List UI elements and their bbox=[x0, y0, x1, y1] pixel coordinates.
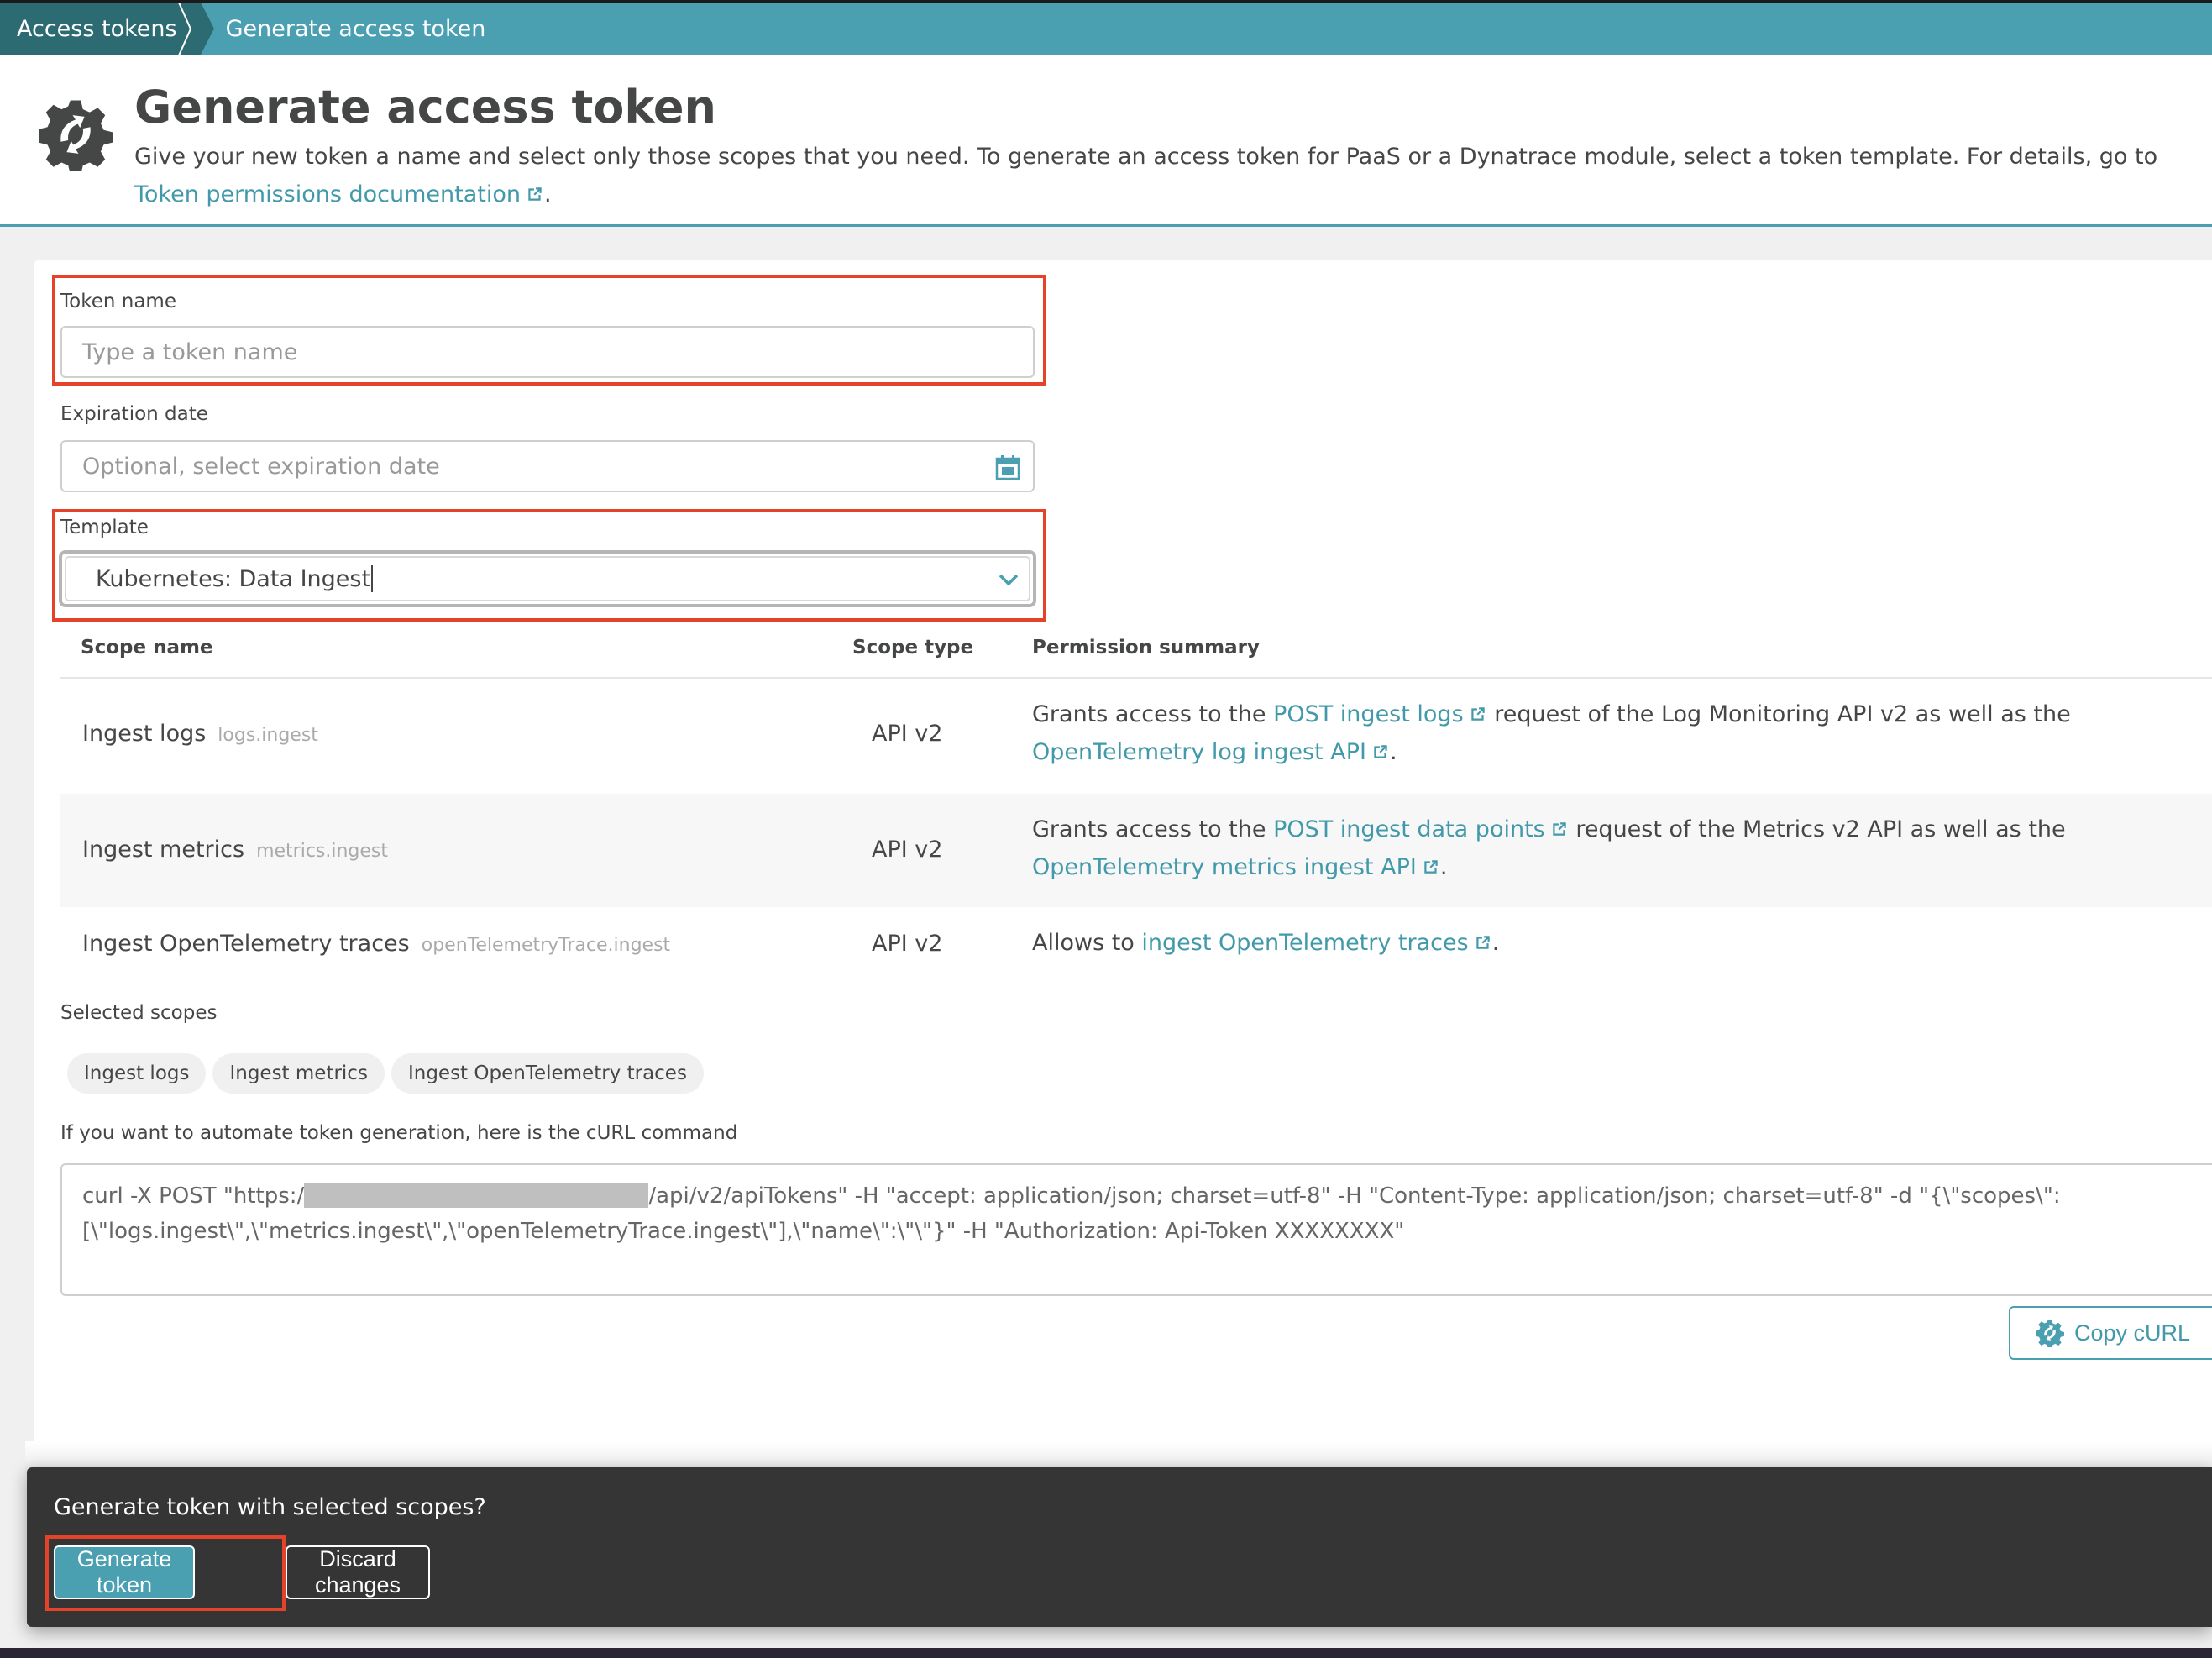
external-link-icon bbox=[528, 187, 542, 201]
table-row[interactable]: Ingest logs logs.ingest API v2 Grants acc… bbox=[60, 679, 2212, 794]
external-link-icon bbox=[1553, 822, 1566, 836]
scope-name: Ingest logs bbox=[82, 721, 207, 747]
copy-curl-button[interactable]: Copy cURL bbox=[2009, 1306, 2212, 1360]
calendar-icon[interactable] bbox=[994, 454, 1021, 480]
permission-summary-cell: Allows to ingest OpenTelemetry traces. bbox=[1032, 924, 2212, 962]
save-bar: Generate token with selected scopes? Gen… bbox=[27, 1467, 2212, 1627]
gear-sync-icon bbox=[2036, 1320, 2064, 1347]
permission-summary-cell: Grants access to the POST ingest logs re… bbox=[1032, 695, 2212, 771]
permission-text: Grants access to the bbox=[1032, 816, 1274, 842]
scope-type-cell: API v2 bbox=[872, 721, 943, 747]
scope-type-cell: API v2 bbox=[872, 837, 943, 863]
permission-text: Grants access to the bbox=[1032, 701, 1274, 727]
expiration-date-placeholder: Optional, select expiration date bbox=[82, 453, 440, 480]
doc-link-label: Token permissions documentation bbox=[134, 181, 521, 207]
curl-command-box[interactable]: curl -X POST "https://api/v2/apiTokens" … bbox=[60, 1163, 2212, 1296]
select-inner-border bbox=[65, 556, 1030, 601]
curl-label: If you want to automate token generation… bbox=[60, 1122, 738, 1144]
template-label: Template bbox=[60, 517, 149, 538]
expiration-date-input[interactable]: Optional, select expiration date bbox=[60, 440, 1035, 492]
scope-name: Ingest metrics bbox=[82, 837, 245, 863]
scope-type-cell: API v2 bbox=[872, 931, 943, 957]
permission-summary-cell: Grants access to the POST ingest data po… bbox=[1032, 811, 2212, 886]
page-description: Give your new token a name and select on… bbox=[134, 138, 2200, 213]
template-select[interactable]: Kubernetes: Data Ingest bbox=[59, 550, 1036, 607]
table-row[interactable]: Ingest metrics metrics.ingest API v2 Gran… bbox=[60, 794, 2212, 907]
scope-tag[interactable]: Ingest metrics bbox=[212, 1053, 385, 1094]
external-link-icon bbox=[1470, 707, 1485, 721]
permission-text: . bbox=[1389, 739, 1397, 765]
scope-name: Ingest OpenTelemetry traces bbox=[82, 931, 410, 957]
breadcrumb-label: Access tokens bbox=[17, 16, 177, 42]
external-link-icon bbox=[1476, 936, 1490, 949]
selected-scopes-label: Selected scopes bbox=[60, 1002, 218, 1024]
footer-strip bbox=[0, 1648, 2212, 1658]
column-header-scope-type[interactable]: Scope type bbox=[852, 637, 973, 658]
permission-doc-link[interactable]: OpenTelemetry log ingest API bbox=[1032, 739, 1390, 765]
scope-key: openTelemetryTrace.ingest bbox=[421, 935, 671, 956]
breadcrumb: Access tokens Generate access token bbox=[0, 3, 2212, 55]
scope-key: metrics.ingest bbox=[256, 841, 389, 862]
external-link-icon bbox=[1374, 745, 1387, 758]
column-header-permission-summary[interactable]: Permission summary bbox=[1032, 637, 1260, 658]
breadcrumb-current: Generate access token bbox=[225, 16, 486, 42]
permission-doc-link[interactable]: OpenTelemetry metrics ingest API bbox=[1032, 854, 1440, 880]
curl-prefix: curl -X POST "https:/ bbox=[82, 1183, 305, 1209]
permission-text: request of the Metrics v2 API as well as… bbox=[1568, 816, 2066, 842]
scope-tag[interactable]: Ingest logs bbox=[67, 1053, 207, 1094]
permission-doc-link[interactable]: POST ingest data points bbox=[1273, 816, 1569, 842]
description-text: Give your new token a name and select on… bbox=[134, 144, 2158, 170]
permission-text: . bbox=[1491, 930, 1500, 956]
breadcrumb-separator-icon bbox=[178, 3, 192, 55]
permission-doc-link[interactable]: POST ingest logs bbox=[1273, 701, 1487, 727]
column-header-scope-name[interactable]: Scope name bbox=[81, 637, 213, 658]
discard-changes-button[interactable]: Discard changes bbox=[286, 1545, 430, 1599]
chevron-down-icon[interactable] bbox=[996, 567, 1021, 592]
scope-name-cell: Ingest metrics metrics.ingest bbox=[82, 837, 388, 863]
permission-text: . bbox=[1439, 854, 1448, 880]
breadcrumb-access-tokens[interactable]: Access tokens bbox=[0, 3, 214, 55]
page-title: Generate access token bbox=[134, 81, 716, 134]
token-name-placeholder: Type a token name bbox=[82, 338, 298, 365]
save-bar-message: Generate token with selected scopes? bbox=[54, 1494, 486, 1520]
description-end: . bbox=[544, 181, 552, 207]
copy-curl-label: Copy cURL bbox=[2074, 1320, 2191, 1346]
scope-name-cell: Ingest logs logs.ingest bbox=[82, 721, 318, 747]
page-header: Generate access token Give your new toke… bbox=[0, 55, 2212, 227]
expiration-date-label: Expiration date bbox=[60, 403, 208, 425]
gear-sync-icon bbox=[39, 100, 113, 171]
selected-scopes-tags: Ingest logs Ingest metrics Ingest OpenTele… bbox=[67, 1053, 710, 1094]
permission-text: request of the Log Monitoring API v2 as … bbox=[1486, 701, 2071, 727]
token-permissions-doc-link[interactable]: Token permissions documentation bbox=[134, 181, 544, 207]
table-row[interactable]: Ingest OpenTelemetry traces openTelemetry… bbox=[60, 907, 2212, 983]
permission-text: Allows to bbox=[1032, 930, 1142, 956]
redacted-host bbox=[304, 1183, 649, 1208]
external-link-icon bbox=[1424, 860, 1438, 874]
scope-key: logs.ingest bbox=[218, 725, 318, 746]
scope-name-cell: Ingest OpenTelemetry traces openTelemetry… bbox=[82, 931, 670, 957]
generate-token-highlight bbox=[45, 1535, 286, 1611]
permission-doc-link[interactable]: ingest OpenTelemetry traces bbox=[1141, 930, 1491, 956]
token-name-input[interactable]: Type a token name bbox=[60, 326, 1035, 378]
scope-tag[interactable]: Ingest OpenTelemetry traces bbox=[391, 1053, 704, 1094]
token-name-label: Token name bbox=[60, 291, 176, 312]
